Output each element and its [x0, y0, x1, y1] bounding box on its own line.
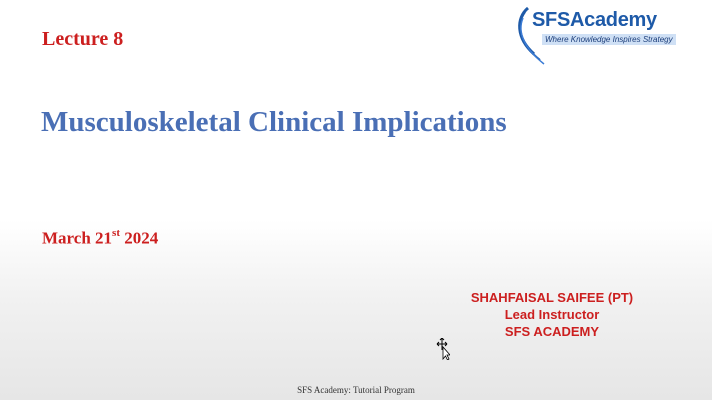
lecture-number: Lecture 8	[42, 28, 124, 50]
logo-name: SFSAcademy	[532, 9, 657, 31]
instructor-block: SHAHFAISAL SAIFEE (PT) Lead Instructor S…	[452, 289, 652, 340]
move-cursor-icon	[436, 338, 450, 360]
instructor-role: Lead Instructor	[504, 307, 600, 322]
date-ordinal: st	[112, 227, 120, 239]
instructor-name: SHAHFAISAL SAIFEE (PT)	[470, 290, 634, 305]
presentation-slide: SFSAcademy Where Knowledge Inspires Stra…	[0, 0, 712, 400]
sfs-academy-logo: SFSAcademy Where Knowledge Inspires Stra…	[514, 4, 710, 68]
lecture-date: March 21st 2024	[42, 227, 159, 249]
slide-title: Musculoskeletal Clinical Implications	[41, 106, 507, 138]
date-year: 2024	[120, 228, 159, 248]
logo-tagline: Where Knowledge Inspires Strategy	[542, 34, 676, 45]
slide-footer: SFS Academy: Tutorial Program	[297, 385, 415, 395]
instructor-org: SFS ACADEMY	[504, 324, 600, 339]
date-day: March 21	[42, 228, 113, 248]
